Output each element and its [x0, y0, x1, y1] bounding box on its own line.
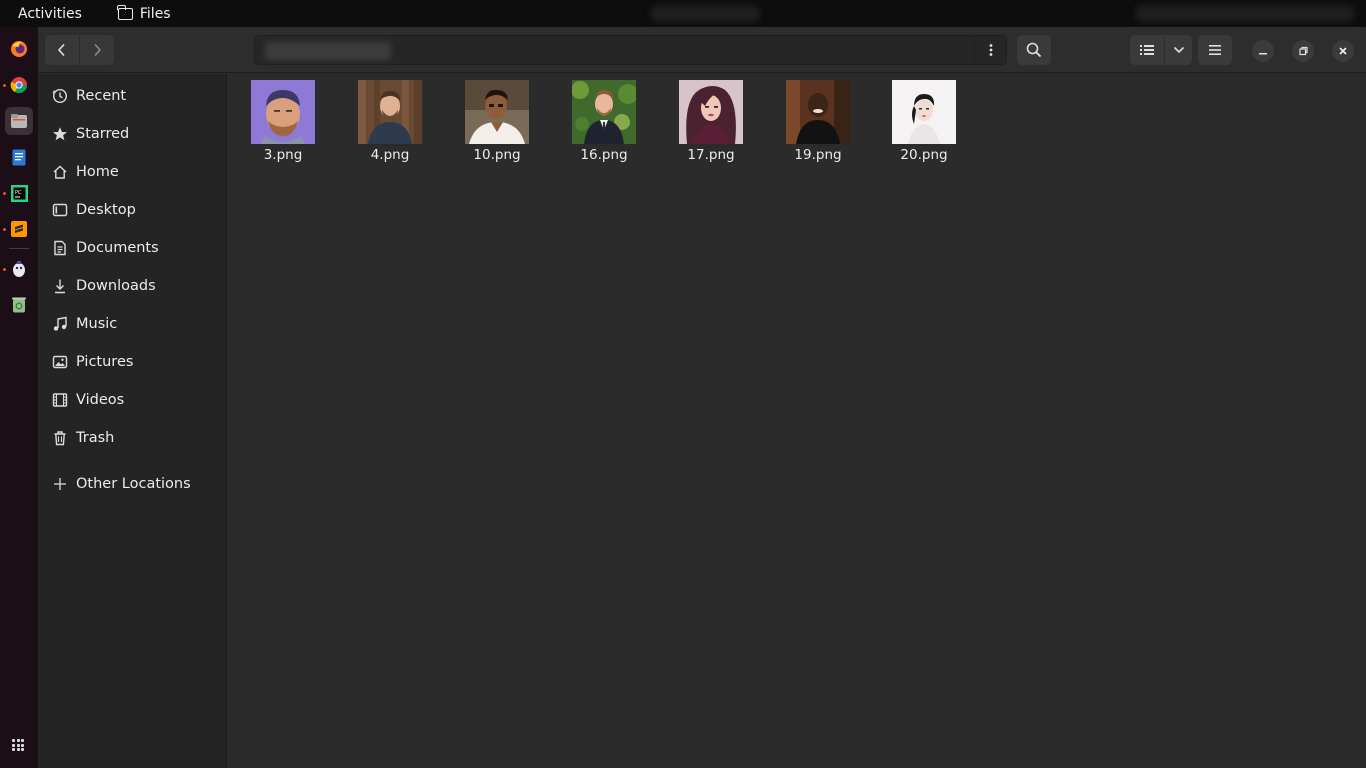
desktop-icon	[51, 201, 69, 219]
path-menu-button[interactable]	[974, 35, 1007, 65]
picture-icon	[51, 353, 69, 371]
sidebar-item-home[interactable]: Home	[38, 155, 227, 189]
close-icon	[1339, 47, 1347, 55]
document-icon	[51, 239, 69, 257]
star-icon	[51, 125, 69, 143]
top-bar: Activities Files	[0, 0, 1366, 27]
activities-button[interactable]: Activities	[18, 6, 82, 22]
trash-icon	[51, 429, 69, 447]
file-name: 4.png	[370, 147, 410, 163]
forward-button[interactable]	[80, 35, 114, 65]
image-thumbnail	[786, 80, 850, 144]
header-bar	[38, 27, 1366, 73]
sidebar-item-label: Documents	[76, 240, 159, 256]
file-item[interactable]: 19.png	[768, 80, 868, 163]
sidebar-item-starred[interactable]: Starred	[38, 117, 227, 151]
file-item[interactable]: 3.png	[233, 80, 333, 163]
file-view[interactable]: 3.png 4.png 10.png 16.png 17.png 19.png …	[228, 74, 1366, 768]
search-icon	[1026, 42, 1042, 58]
dock: PC	[0, 27, 38, 768]
download-icon	[51, 277, 69, 295]
chevron-right-icon	[94, 43, 102, 57]
file-item[interactable]: 10.png	[447, 80, 547, 163]
file-name: 20.png	[900, 147, 948, 163]
file-item[interactable]: 17.png	[661, 80, 761, 163]
folder-icon	[117, 4, 133, 20]
image-thumbnail	[892, 80, 956, 144]
sidebar-item-desktop[interactable]: Desktop	[38, 193, 227, 227]
chevron-down-icon	[1173, 46, 1184, 54]
sidebar-item-label: Home	[76, 164, 119, 180]
image-thumbnail	[465, 80, 529, 144]
sidebar-item-label: Other Locations	[76, 476, 191, 492]
sidebar-item-label: Downloads	[76, 278, 156, 294]
text-editor-icon[interactable]	[5, 143, 33, 171]
home-icon	[51, 163, 69, 181]
sidebar-item-label: Videos	[76, 392, 125, 408]
maximize-button[interactable]	[1292, 40, 1314, 62]
clock-area[interactable]	[650, 5, 760, 22]
show-apps-icon[interactable]	[12, 739, 24, 751]
close-button[interactable]	[1332, 40, 1354, 62]
file-name: 19.png	[794, 147, 842, 163]
app-name: Files	[139, 5, 171, 22]
restore-icon	[1299, 46, 1308, 56]
firefox-icon[interactable]	[5, 35, 33, 63]
file-item[interactable]: 20.png	[874, 80, 974, 163]
search-button[interactable]	[1017, 35, 1051, 65]
clock-icon	[51, 87, 69, 105]
sidebar: Recent Starred Home Desktop Documents Do…	[38, 74, 227, 768]
pycharm-icon[interactable]: PC	[5, 179, 33, 207]
sublime-text-icon[interactable]	[5, 215, 33, 243]
sidebar-item-label: Desktop	[76, 202, 136, 218]
trash-dock-icon[interactable]	[5, 290, 33, 318]
system-tray[interactable]	[1135, 5, 1355, 22]
file-name: 3.png	[263, 147, 303, 163]
back-button[interactable]	[45, 35, 80, 65]
svg-text:PC: PC	[15, 190, 22, 196]
video-icon	[51, 391, 69, 409]
minimize-button[interactable]	[1252, 40, 1274, 62]
sidebar-item-label: Recent	[76, 88, 127, 104]
chrome-icon[interactable]	[5, 71, 33, 99]
sidebar-item-documents[interactable]: Documents	[38, 231, 227, 265]
view-options-button[interactable]	[1165, 35, 1192, 65]
minimize-icon	[1259, 53, 1267, 55]
file-name: 10.png	[473, 147, 521, 163]
view-list-button[interactable]	[1130, 35, 1164, 65]
sidebar-item-videos[interactable]: Videos	[38, 383, 227, 417]
path-bar[interactable]	[254, 35, 1007, 65]
file-item[interactable]: 4.png	[340, 80, 440, 163]
mascot-app-icon[interactable]	[5, 255, 33, 283]
sidebar-item-label: Trash	[76, 430, 115, 446]
sidebar-item-label: Pictures	[76, 354, 134, 370]
image-thumbnail	[251, 80, 315, 144]
sidebar-item-label: Music	[76, 316, 118, 332]
list-view-icon	[1140, 45, 1154, 55]
sidebar-item-pictures[interactable]: Pictures	[38, 345, 227, 379]
chevron-left-icon	[57, 43, 65, 57]
plus-icon	[51, 475, 69, 493]
image-thumbnail	[572, 80, 636, 144]
app-menu[interactable]: Files	[117, 4, 171, 22]
path-location[interactable]	[265, 42, 391, 60]
main-menu-button[interactable]	[1198, 35, 1232, 65]
hamburger-icon	[1209, 45, 1221, 55]
image-thumbnail	[358, 80, 422, 144]
sidebar-item-recent[interactable]: Recent	[38, 79, 227, 113]
files-app-icon[interactable]	[5, 107, 33, 135]
sidebar-item-label: Starred	[76, 126, 130, 142]
file-item[interactable]: 16.png	[554, 80, 654, 163]
sidebar-item-trash[interactable]: Trash	[38, 421, 227, 455]
music-icon	[51, 315, 69, 333]
sidebar-item-other-locations[interactable]: Other Locations	[38, 467, 227, 501]
file-name: 16.png	[580, 147, 628, 163]
file-name: 17.png	[687, 147, 735, 163]
sidebar-item-music[interactable]: Music	[38, 307, 227, 341]
image-thumbnail	[679, 80, 743, 144]
sidebar-item-downloads[interactable]: Downloads	[38, 269, 227, 303]
nav-group	[45, 35, 114, 65]
vertical-dots-icon	[989, 44, 993, 56]
